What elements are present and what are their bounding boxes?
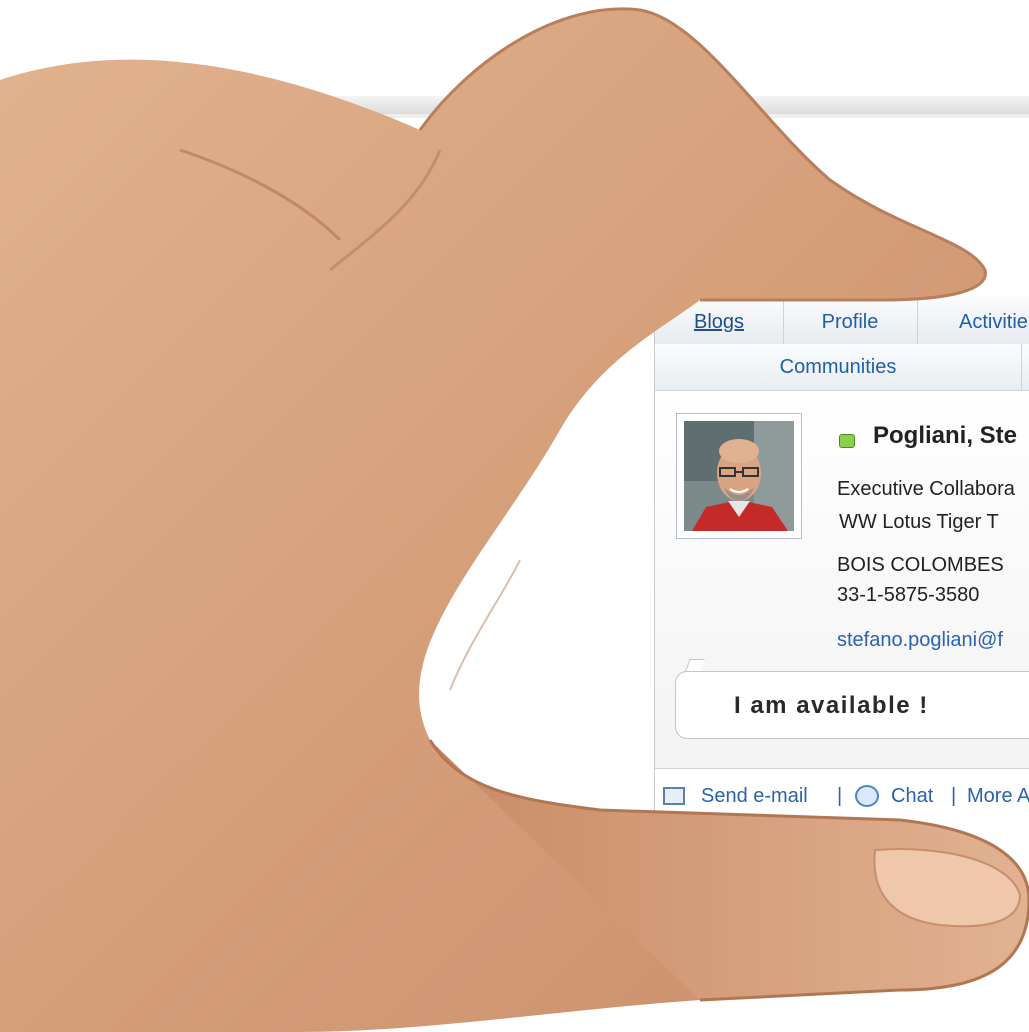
chat-link[interactable]: Chat <box>891 785 933 808</box>
footer-separator: | <box>837 785 843 807</box>
status-message: I am available ! <box>734 692 929 719</box>
footer-divider <box>655 768 1029 769</box>
email-link[interactable]: stefano.pogliani@f <box>837 629 1003 652</box>
card-footer: Send e-mail | Chat | More A <box>655 771 1029 826</box>
person-name[interactable]: Pogliani, Ste <box>873 422 1017 450</box>
job-title: Executive Collabora <box>837 478 1015 500</box>
browser-chrome-shadow <box>300 114 1029 118</box>
card-tab-row-2: Communities <box>655 344 1029 391</box>
avatar-photo <box>684 421 794 531</box>
more-actions-link[interactable]: More A <box>967 785 1029 808</box>
status-bubble: I am available ! <box>675 671 1029 739</box>
tab-blogs[interactable]: Blogs <box>655 296 784 344</box>
presence-icon <box>839 434 855 448</box>
phone-number: 33-1-5875-3580 <box>837 584 980 606</box>
avatar[interactable] <box>676 413 802 539</box>
location: BOIS COLOMBES <box>837 554 1004 576</box>
tab-activities[interactable]: Activitie <box>917 296 1029 344</box>
browser-chrome-strip <box>300 96 1029 115</box>
business-card: Blogs Profile Activitie Communities Pogl… <box>654 296 1029 826</box>
email-icon[interactable] <box>663 787 685 805</box>
tab-profile[interactable]: Profile <box>783 296 918 344</box>
tab-communities[interactable]: Communities <box>655 344 1022 390</box>
card-tab-row: Blogs Profile Activitie <box>655 296 1029 345</box>
department: WW Lotus Tiger T <box>839 511 999 533</box>
footer-separator-2: | <box>951 785 957 807</box>
send-email-link[interactable]: Send e-mail <box>701 785 808 808</box>
chat-icon[interactable] <box>855 785 879 807</box>
